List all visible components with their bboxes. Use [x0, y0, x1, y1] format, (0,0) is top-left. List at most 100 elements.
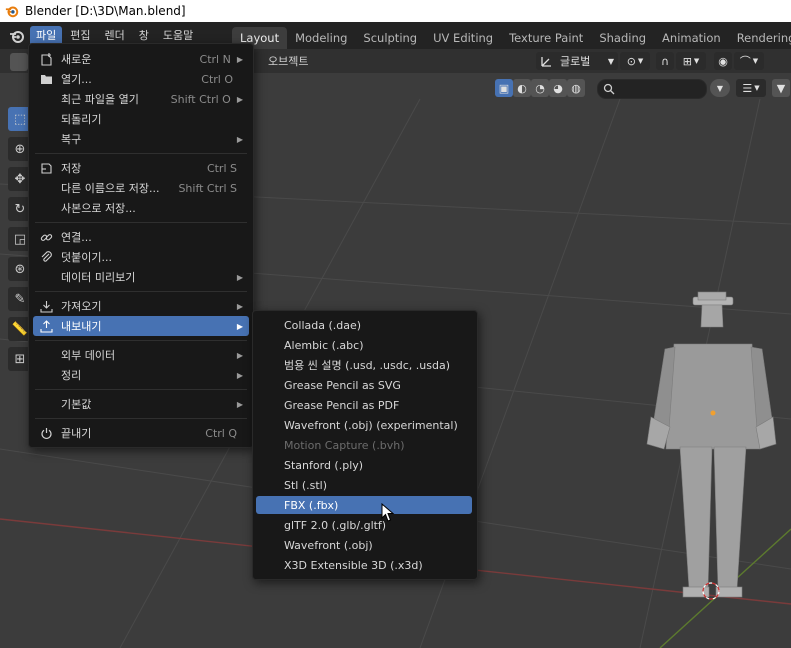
menu-divider: [35, 418, 247, 419]
menu-item-defaults[interactable]: 기본값 ▶: [33, 394, 249, 414]
tab-rendering[interactable]: Rendering: [729, 27, 791, 49]
select-box-icon: ▣: [498, 81, 510, 95]
export-stanford-ply[interactable]: Stanford (.ply): [256, 456, 472, 474]
menu-item-quit[interactable]: 끝내기 Ctrl Q: [33, 423, 249, 443]
export-alembic[interactable]: Alembic (.abc): [256, 336, 472, 354]
menu-item-open-recent[interactable]: 최근 파일을 열기 Shift Ctrl O ▶: [33, 89, 249, 109]
menu-divider: [35, 222, 247, 223]
import-icon: [36, 296, 56, 316]
pivot-icon: ⊙: [626, 54, 636, 68]
visibility-filter-light[interactable]: ◔: [531, 79, 549, 97]
export-submenu: Collada (.dae) Alembic (.abc) 범용 씬 설명 (.…: [252, 310, 478, 580]
menu-item-recover[interactable]: 복구 ▶: [33, 129, 249, 149]
menu-divider: [35, 291, 247, 292]
tab-sculpting[interactable]: Sculpting: [355, 27, 425, 49]
chevron-right-icon: ▶: [236, 134, 243, 144]
menu-item-link[interactable]: 연결...: [33, 227, 249, 247]
export-usd[interactable]: 범용 씬 설명 (.usd, .usdc, .usda): [256, 356, 472, 374]
export-grease-pencil-svg[interactable]: Grease Pencil as SVG: [256, 376, 472, 394]
paperclip-icon: [36, 247, 56, 267]
tab-uv-editing[interactable]: UV Editing: [425, 27, 501, 49]
export-motion-capture: Motion Capture (.bvh): [284, 438, 405, 452]
selectability-toggle[interactable]: ▣: [495, 79, 513, 97]
export-x3d[interactable]: X3D Extensible 3D (.x3d): [256, 556, 472, 574]
new-file-icon: [36, 49, 56, 69]
menu-item-append[interactable]: 덧붙이기...: [33, 247, 249, 267]
blender-menu-icon[interactable]: [9, 28, 25, 44]
tab-shading[interactable]: Shading: [591, 27, 654, 49]
chevron-right-icon: ▶: [236, 54, 243, 64]
falloff-curve-icon: ⌒: [739, 55, 751, 68]
blender-logo-icon: [5, 6, 19, 18]
proportional-editing-toggle[interactable]: ◉: [714, 52, 732, 70]
mouse-pointer-icon: [381, 503, 395, 522]
chevron-down-icon: ▼: [693, 57, 700, 65]
search-icon: [603, 83, 615, 95]
menu-item-open[interactable]: 열기... Ctrl O: [33, 69, 249, 89]
filter-dropdown[interactable]: ▼: [710, 79, 730, 97]
menu-item-data-previews[interactable]: 데이터 미리보기 ▶: [33, 267, 249, 287]
outliner-search-input[interactable]: [597, 79, 707, 99]
tab-animation[interactable]: Animation: [654, 27, 729, 49]
link-icon: [36, 227, 56, 247]
chevron-down-icon: ▼: [716, 83, 724, 93]
menu-item-export[interactable]: 내보내기 ▶: [33, 316, 249, 336]
menu-divider: [35, 389, 247, 390]
window-title: Blender [D:\3D\Man.blend]: [25, 4, 186, 18]
export-stl[interactable]: Stl (.stl): [256, 476, 472, 494]
funnel-icon: ▼: [776, 81, 786, 95]
export-wavefront-experimental[interactable]: Wavefront (.obj) (experimental): [256, 416, 472, 434]
menu-item-import[interactable]: 가져오기 ▶: [33, 296, 249, 316]
light-filter-icon: ◔: [535, 81, 545, 95]
tab-texture-paint[interactable]: Texture Paint: [501, 27, 591, 49]
save-icon: [36, 158, 56, 178]
menu-item-save[interactable]: 저장 Ctrl S: [33, 158, 249, 178]
rotate-icon: ↻: [14, 201, 26, 217]
menu-item-clean-up[interactable]: 정리 ▶: [33, 365, 249, 385]
object-origin: [710, 410, 716, 416]
export-collada[interactable]: Collada (.dae): [256, 316, 472, 334]
pivot-point-dropdown[interactable]: ⊙ ▼: [620, 52, 650, 70]
export-fbx[interactable]: FBX (.fbx): [256, 496, 472, 514]
chevron-right-icon: ▶: [236, 301, 243, 311]
move-icon: ✥: [14, 171, 26, 187]
tab-modeling[interactable]: Modeling: [287, 27, 355, 49]
menu-item-save-as[interactable]: 다른 이름으로 저장... Shift Ctrl S: [33, 178, 249, 198]
menu-item-new[interactable]: 새로운 Ctrl N ▶: [33, 49, 249, 69]
snap-increment-icon: ⊞: [682, 54, 692, 68]
power-icon: [36, 423, 56, 443]
transform-orientation-dropdown[interactable]: 글로벌 ▼: [536, 52, 618, 70]
chevron-down-icon: ▼: [637, 57, 644, 65]
editor-type-button[interactable]: [10, 53, 28, 71]
chevron-right-icon: ▶: [236, 94, 243, 104]
export-gltf[interactable]: glTF 2.0 (.glb/.gltf): [256, 516, 472, 534]
export-grease-pencil-pdf[interactable]: Grease Pencil as PDF: [256, 396, 472, 414]
window-title-bar: Blender [D:\3D\Man.blend]: [0, 0, 791, 22]
cursor-icon: ⊕: [14, 141, 26, 157]
menu-item-external-data[interactable]: 외부 데이터 ▶: [33, 345, 249, 365]
snap-target-dropdown[interactable]: ⊞ ▼: [676, 52, 706, 70]
display-mode-dropdown[interactable]: ☰ ▼: [736, 79, 766, 97]
orientation-icon: [541, 57, 551, 67]
menu-item-revert[interactable]: 되돌리기: [33, 109, 249, 129]
visibility-filter-other[interactable]: ◍: [567, 79, 585, 97]
menu-item-save-copy[interactable]: 사본으로 저장...: [33, 198, 249, 218]
proportional-icon: ◉: [718, 54, 728, 68]
visibility-filter-camera[interactable]: ◕: [549, 79, 567, 97]
file-menu-dropdown: 새로운 Ctrl N ▶ 열기... Ctrl O 최근 파일을 열기 Shif…: [28, 43, 254, 448]
filter-icon-button[interactable]: ▼: [772, 79, 790, 97]
snap-toggle[interactable]: ∩: [656, 52, 674, 70]
export-wavefront-obj[interactable]: Wavefront (.obj): [256, 536, 472, 554]
magnet-icon: ∩: [660, 54, 670, 68]
proportional-falloff-dropdown[interactable]: ⌒ ▼: [734, 52, 764, 70]
viewport-object-menu[interactable]: 오브젝트: [268, 53, 308, 69]
select-box-icon: ⬚: [13, 111, 27, 127]
menu-divider: [35, 340, 247, 341]
mesh-filter-icon: ◐: [517, 81, 527, 95]
chevron-right-icon: ▶: [236, 370, 243, 380]
visibility-filter-mesh[interactable]: ◐: [513, 79, 531, 97]
export-icon: [36, 316, 56, 336]
man-model: [646, 291, 777, 598]
list-icon: ☰: [742, 81, 753, 95]
chevron-right-icon: ▶: [236, 272, 243, 282]
